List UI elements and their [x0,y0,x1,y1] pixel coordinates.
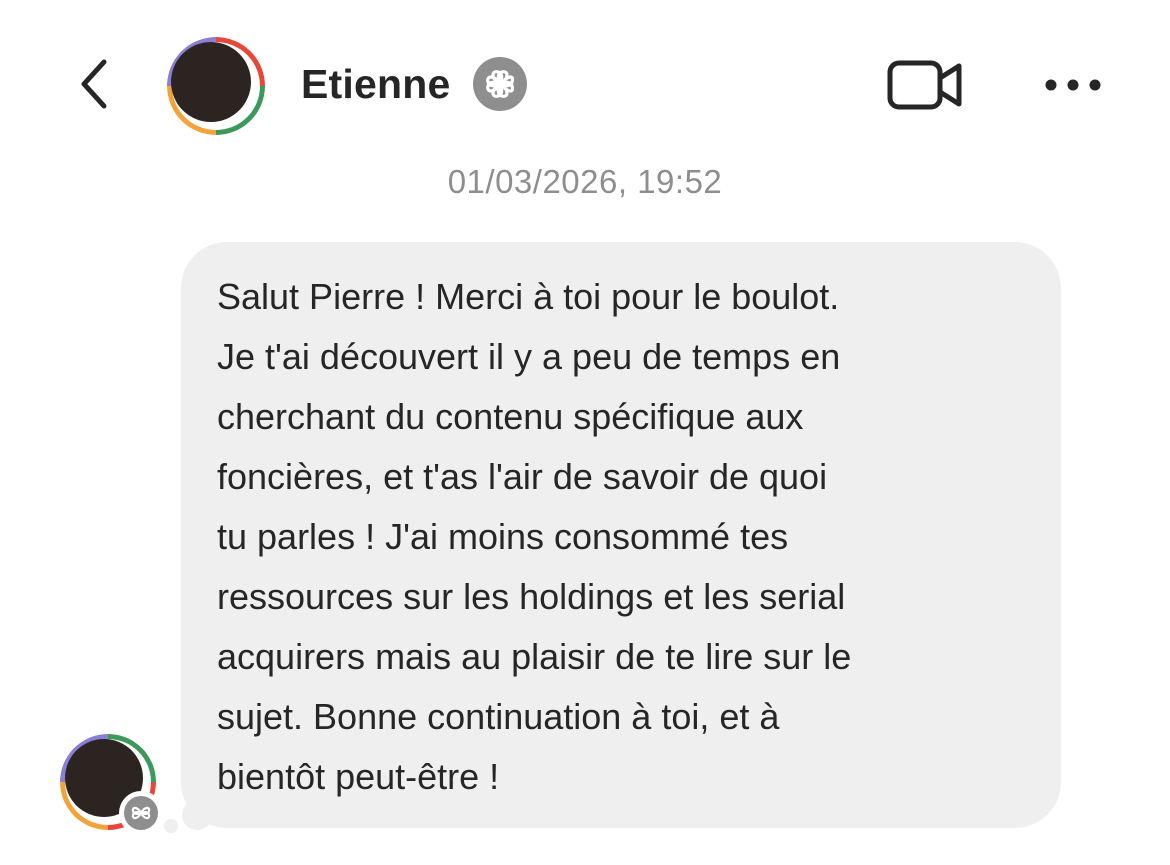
message-bubble[interactable]: Salut Pierre ! Merci à toi pour le boulo… [181,242,1061,828]
more-options-button[interactable] [1040,66,1106,104]
chevron-left-icon [81,59,107,109]
video-call-button[interactable] [885,58,965,112]
back-button[interactable] [70,56,118,112]
more-horizontal-icon [1045,79,1101,91]
bubble-tail [182,800,212,830]
meta-verified-icon [472,56,528,112]
video-camera-icon [887,60,962,110]
bubble-tail-small [164,819,178,833]
contact-avatar[interactable] [167,37,265,135]
contact-name[interactable]: Etienne [301,56,451,112]
message-timestamp: 01/03/2026, 19:52 [447,163,723,200]
message-text: Salut Pierre ! Merci à toi pour le boulo… [217,276,852,797]
sender-verified-icon [118,790,164,836]
